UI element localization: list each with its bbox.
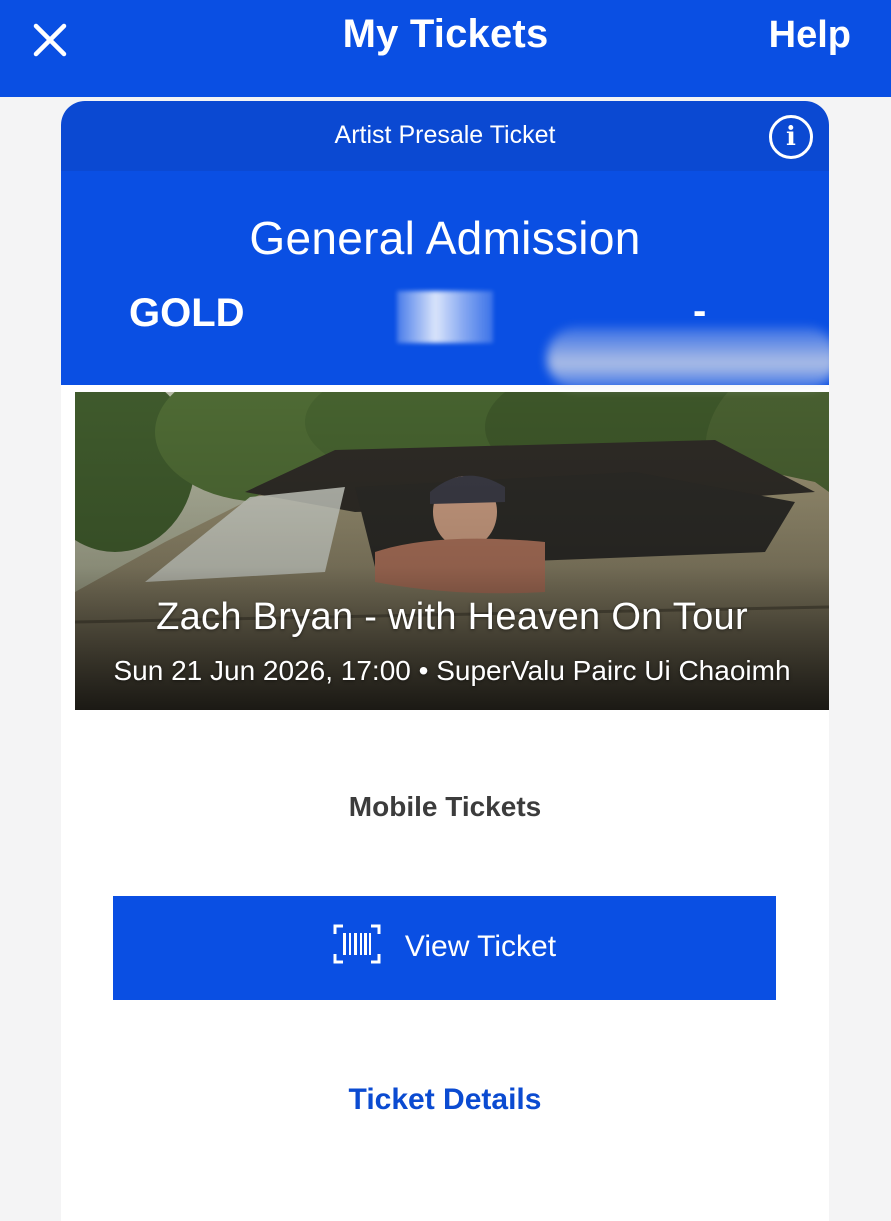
redacted-seat-info xyxy=(397,291,493,343)
event-image: Zach Bryan - with Heaven On Tour Sun 21 … xyxy=(75,392,829,710)
admission-type: General Admission xyxy=(249,212,641,264)
info-icon[interactable]: i xyxy=(769,115,813,159)
presale-label: Artist Presale Ticket xyxy=(334,121,556,149)
barcode-icon xyxy=(333,924,381,964)
event-date-venue: Sun 21 Jun 2026, 17:00 • SuperValu Pairc… xyxy=(113,655,791,686)
mobile-tickets-label: Mobile Tickets xyxy=(348,791,542,822)
help-link[interactable]: Help xyxy=(769,14,851,57)
view-ticket-button-content: View Ticket xyxy=(113,924,776,964)
event-title: Zach Bryan - with Heaven On Tour xyxy=(156,596,748,638)
ticket-details-link[interactable]: Ticket Details xyxy=(61,1083,829,1117)
ticket-tier: GOLD xyxy=(129,291,245,335)
ticket-card: Artist Presale Ticket i General Admissio… xyxy=(61,101,829,1221)
view-ticket-label: View Ticket xyxy=(404,930,557,964)
view-ticket-button[interactable]: View Ticket xyxy=(113,896,776,1000)
redacted-overlay xyxy=(547,327,829,389)
page-title: My Tickets xyxy=(342,12,549,56)
top-nav-bar: My Tickets Help xyxy=(0,0,891,97)
ticket-card-header: Artist Presale Ticket i xyxy=(61,101,829,171)
